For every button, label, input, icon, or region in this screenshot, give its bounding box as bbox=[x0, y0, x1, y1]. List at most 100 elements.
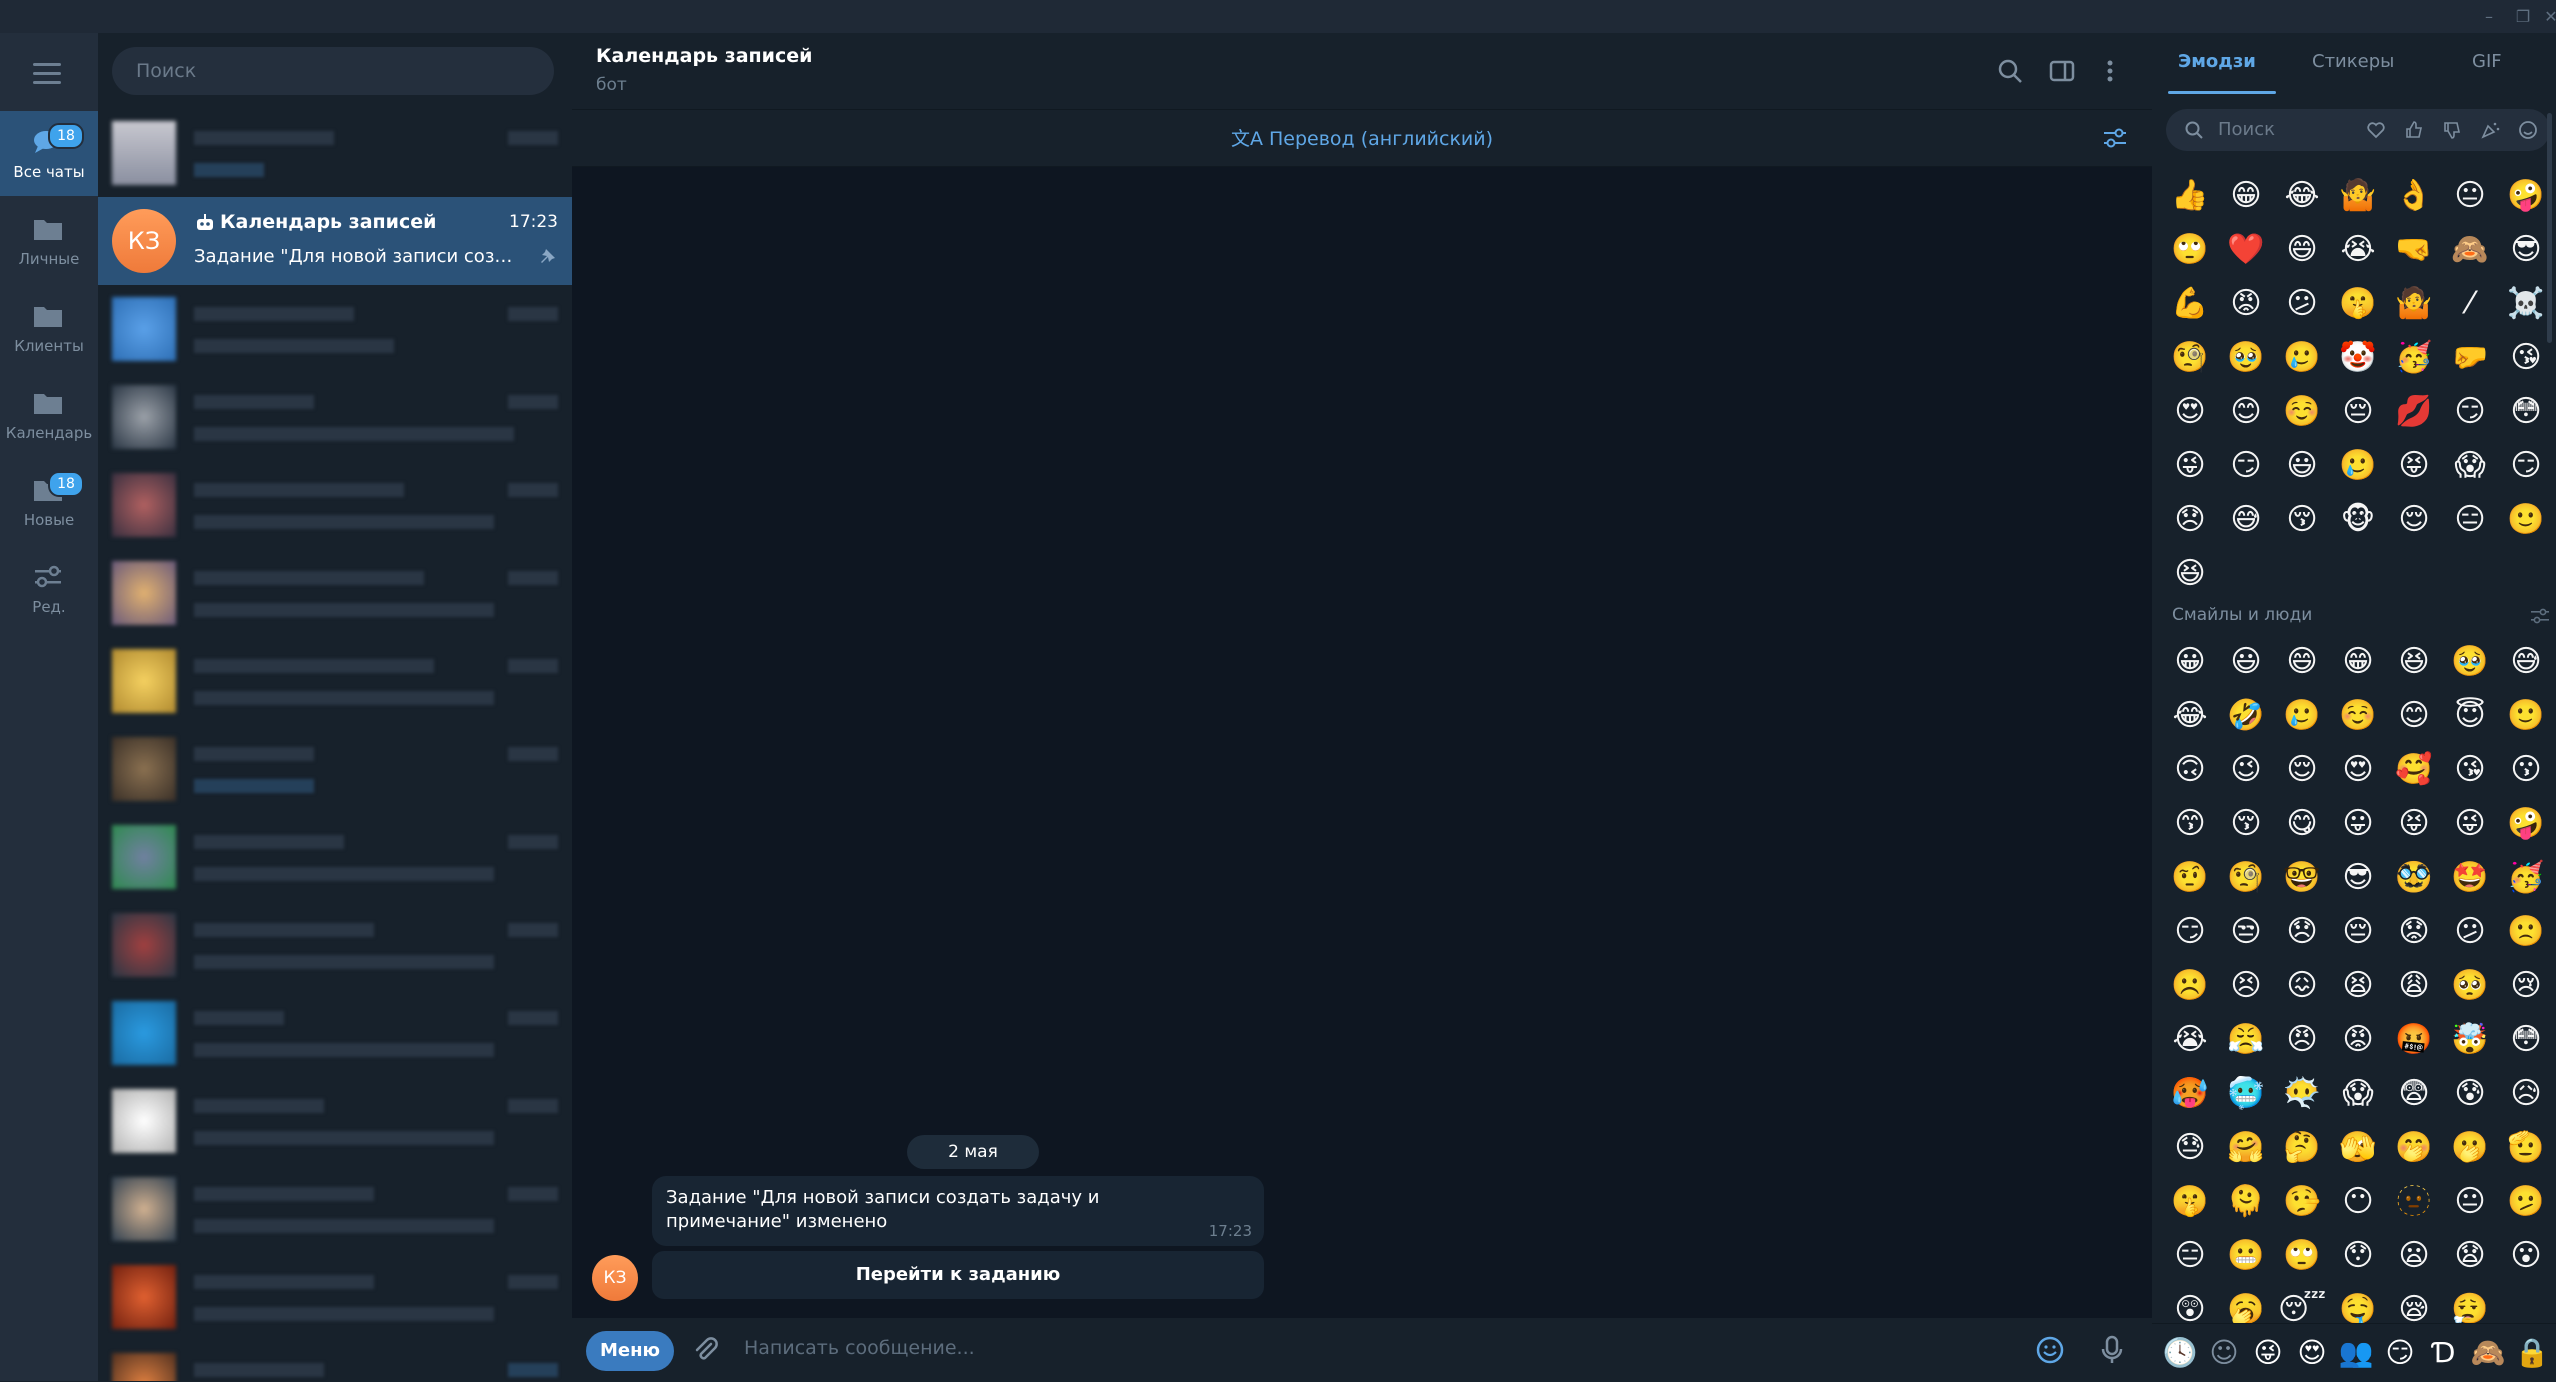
emoji-item[interactable]: 🤷 bbox=[2330, 169, 2386, 223]
emoji-item[interactable]: 😗 bbox=[2498, 743, 2554, 797]
emoji-item[interactable]: 🧐 bbox=[2162, 331, 2218, 385]
emoji-item[interactable]: 😓 bbox=[2162, 1121, 2218, 1175]
search-icon[interactable] bbox=[1996, 57, 2024, 85]
chat-search-input[interactable]: Поиск bbox=[112, 47, 554, 95]
emoji-item[interactable]: 🙂 bbox=[2498, 689, 2554, 743]
emoji-item[interactable]: 😮‍💨 bbox=[2442, 1283, 2498, 1323]
emoji-item[interactable]: 🤔 bbox=[2274, 1121, 2330, 1175]
emoji-item[interactable]: 🙂 bbox=[2498, 493, 2554, 547]
emoji-item[interactable]: 🫣 bbox=[2330, 1121, 2386, 1175]
emoji-item[interactable]: 😐 bbox=[2442, 169, 2498, 223]
emoji-item[interactable]: 🙄 bbox=[2162, 223, 2218, 277]
emoji-item[interactable]: 🥶 bbox=[2218, 1067, 2274, 1121]
emoji-item[interactable]: 🥰 bbox=[2386, 743, 2442, 797]
translate-settings-icon[interactable] bbox=[2102, 126, 2128, 150]
emoji-item[interactable]: 😏 bbox=[2218, 439, 2274, 493]
thumbs-up-icon[interactable] bbox=[2404, 120, 2424, 140]
emoji-item[interactable]: 😍 bbox=[2162, 385, 2218, 439]
emoji-item[interactable]: 🤷 bbox=[2386, 277, 2442, 331]
emoji-item[interactable]: 😜 bbox=[2162, 439, 2218, 493]
emoji-item[interactable]: 😪 bbox=[2386, 1283, 2442, 1323]
emoji-item[interactable]: 😡 bbox=[2218, 277, 2274, 331]
emoji-item[interactable]: 🤭 bbox=[2386, 1121, 2442, 1175]
emoji-item[interactable]: 😎 bbox=[2498, 223, 2554, 277]
chat-row-blurred[interactable] bbox=[98, 109, 572, 197]
emoji-item[interactable]: 😍 bbox=[2330, 743, 2386, 797]
emoji-item[interactable]: 😚 bbox=[2274, 493, 2330, 547]
emoji-item[interactable]: 😌 bbox=[2274, 743, 2330, 797]
emoji-category-icon[interactable]: 😏 bbox=[2380, 1336, 2420, 1369]
emoji-item[interactable]: 😏 bbox=[2442, 385, 2498, 439]
emoji-item[interactable]: 😭 bbox=[2162, 1013, 2218, 1067]
chat-row-blurred[interactable] bbox=[98, 1341, 572, 1381]
emoji-item[interactable]: 🫡 bbox=[2498, 1121, 2554, 1175]
emoji-category-icon[interactable]: ☺ bbox=[2204, 1336, 2244, 1369]
emoji-item[interactable]: 🫤 bbox=[2498, 1175, 2554, 1229]
folder-new[interactable]: 18 Новые bbox=[0, 459, 98, 544]
folder-edit[interactable]: Ред. bbox=[0, 546, 98, 631]
emoji-item[interactable]: 😎 bbox=[2330, 851, 2386, 905]
emoji-item[interactable]: 😚 bbox=[2218, 797, 2274, 851]
sidebar-toggle-icon[interactable] bbox=[2048, 57, 2076, 85]
emoji-item[interactable]: 😳 bbox=[2498, 385, 2554, 439]
emoji-item[interactable]: ⁄ bbox=[2442, 277, 2498, 331]
emoji-item[interactable]: 😘 bbox=[2442, 743, 2498, 797]
emoji-item[interactable]: 🥲 bbox=[2330, 439, 2386, 493]
emoji-item[interactable]: 😃 bbox=[2218, 635, 2274, 689]
avatar[interactable]: КЗ bbox=[592, 1255, 638, 1301]
emoji-item[interactable]: 😩 bbox=[2386, 959, 2442, 1013]
emoji-item[interactable]: 😳 bbox=[2498, 1013, 2554, 1067]
chat-row-blurred[interactable] bbox=[98, 725, 572, 813]
emoji-item[interactable]: 😄 bbox=[2274, 635, 2330, 689]
folder-clients[interactable]: Клиенты bbox=[0, 285, 98, 370]
recent-category-icon[interactable]: 🕓 bbox=[2160, 1336, 2200, 1369]
emoji-item[interactable]: 😝 bbox=[2386, 797, 2442, 851]
emoji-icon[interactable] bbox=[2034, 1334, 2066, 1366]
emoji-item[interactable]: 😬 bbox=[2218, 1229, 2274, 1283]
hamburger-menu-icon[interactable] bbox=[33, 63, 61, 85]
emoji-item[interactable]: 😊 bbox=[2386, 689, 2442, 743]
emoji-item[interactable]: 😱 bbox=[2442, 439, 2498, 493]
emoji-item[interactable]: 😰 bbox=[2442, 1067, 2498, 1121]
chat-row-blurred[interactable] bbox=[98, 285, 572, 373]
emoji-item[interactable]: 🧐 bbox=[2218, 851, 2274, 905]
emoji-item[interactable]: 😞 bbox=[2162, 493, 2218, 547]
emoji-scrollbar[interactable] bbox=[2547, 113, 2552, 343]
emoji-item[interactable]: 😣 bbox=[2218, 959, 2274, 1013]
emoji-item[interactable]: 😕 bbox=[2442, 905, 2498, 959]
emoji-item[interactable]: 😴 bbox=[2274, 1283, 2330, 1323]
emoji-item[interactable]: 😃 bbox=[2274, 439, 2330, 493]
emoji-item[interactable]: 👍 bbox=[2162, 169, 2218, 223]
folder-calendar[interactable]: Календарь bbox=[0, 372, 98, 457]
emoji-item[interactable]: 😔 bbox=[2330, 905, 2386, 959]
emoji-item[interactable]: 🥲 bbox=[2274, 331, 2330, 385]
chat-row-blurred[interactable] bbox=[98, 813, 572, 901]
emoji-category-icon[interactable]: 😜 bbox=[2248, 1336, 2288, 1369]
emoji-item[interactable]: 😁 bbox=[2330, 635, 2386, 689]
emoji-item[interactable]: 😶 bbox=[2330, 1175, 2386, 1229]
emoji-item[interactable]: 🙁 bbox=[2498, 905, 2554, 959]
tab-emoji[interactable]: Эмодзи bbox=[2178, 51, 2256, 72]
emoji-item[interactable]: 🙄 bbox=[2274, 1229, 2330, 1283]
message-input[interactable]: Написать сообщение... bbox=[744, 1337, 975, 1359]
folder-personal[interactable]: Личные bbox=[0, 198, 98, 283]
bot-menu-button[interactable]: Меню bbox=[586, 1331, 674, 1371]
emoji-item[interactable]: 🥸 bbox=[2386, 851, 2442, 905]
emoji-item[interactable]: 😕 bbox=[2274, 277, 2330, 331]
emoji-item[interactable]: 🥵 bbox=[2162, 1067, 2218, 1121]
chat-row-blurred[interactable] bbox=[98, 989, 572, 1077]
emoji-item[interactable]: 🫢 bbox=[2442, 1121, 2498, 1175]
emoji-item[interactable]: 😝 bbox=[2386, 439, 2442, 493]
emoji-item[interactable]: 😅 bbox=[2498, 635, 2554, 689]
emoji-item[interactable]: 😏 bbox=[2162, 905, 2218, 959]
emoji-item[interactable]: ☺️ bbox=[2330, 689, 2386, 743]
emoji-item[interactable]: 🥹 bbox=[2442, 635, 2498, 689]
emoji-item[interactable]: 😨 bbox=[2386, 1067, 2442, 1121]
emoji-category-icon[interactable]: Ɗ bbox=[2424, 1336, 2464, 1369]
thumbs-down-icon[interactable] bbox=[2442, 120, 2462, 140]
emoji-item[interactable]: 😫 bbox=[2330, 959, 2386, 1013]
tab-gif[interactable]: GIF bbox=[2472, 51, 2502, 72]
emoji-category-icon[interactable]: 🙈 bbox=[2468, 1336, 2508, 1369]
attach-icon[interactable] bbox=[690, 1334, 722, 1366]
minimize-button[interactable]: – bbox=[2478, 6, 2500, 28]
